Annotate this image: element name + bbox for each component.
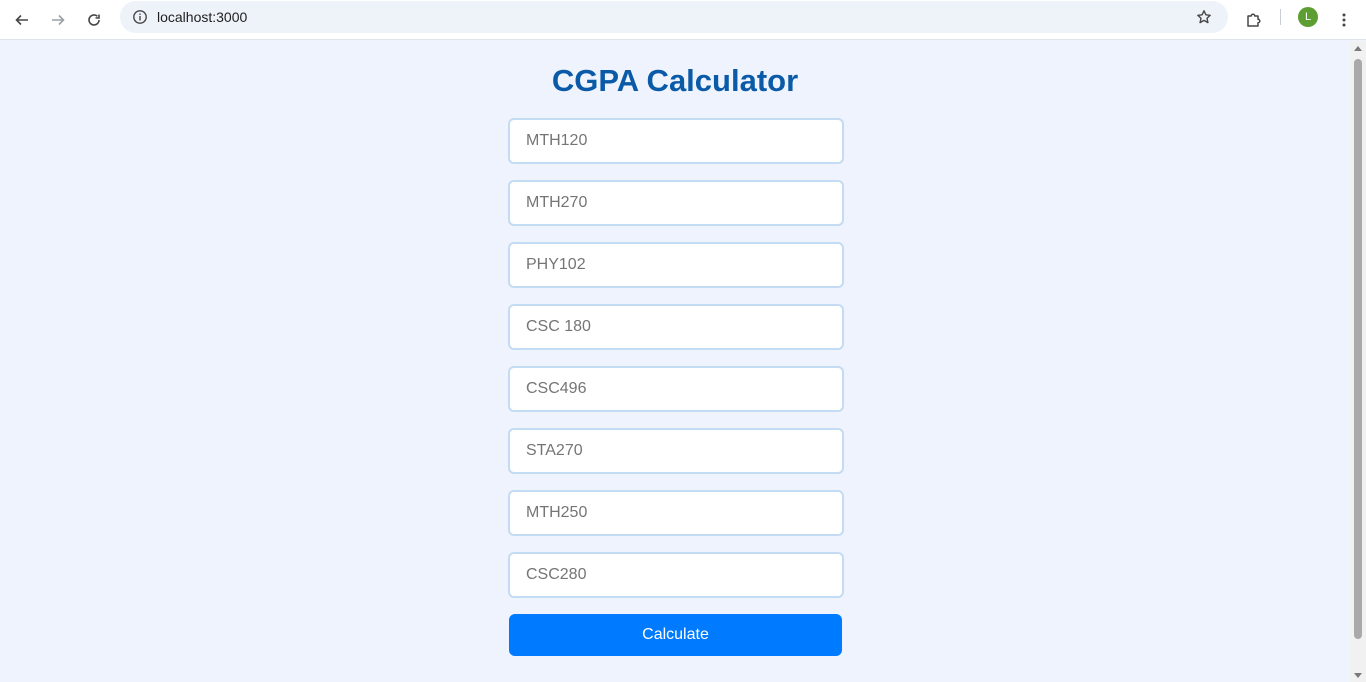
more-vert-icon xyxy=(1342,13,1346,27)
course-input-2[interactable] xyxy=(508,180,844,226)
site-info-button[interactable] xyxy=(126,3,154,31)
course-input-8[interactable] xyxy=(508,552,844,598)
course-input-7[interactable] xyxy=(508,490,844,536)
reload-icon xyxy=(88,14,100,26)
browser-toolbar: localhost:3000 L xyxy=(0,0,1366,40)
star-icon xyxy=(1197,10,1211,24)
vertical-scrollbar[interactable] xyxy=(1350,41,1366,682)
course-input-5[interactable] xyxy=(508,366,844,412)
extensions-button[interactable] xyxy=(1240,6,1268,34)
forward-button[interactable] xyxy=(44,6,72,34)
course-input-6[interactable] xyxy=(508,428,844,474)
back-button[interactable] xyxy=(8,6,36,34)
scroll-up-arrow-icon[interactable] xyxy=(1354,46,1362,51)
course-input-4[interactable] xyxy=(508,304,844,350)
calculate-button[interactable]: Calculate xyxy=(509,614,842,656)
course-input-1[interactable] xyxy=(508,118,844,164)
arrow-left-icon xyxy=(15,14,28,26)
info-icon xyxy=(133,10,147,24)
puzzle-icon xyxy=(1247,13,1261,27)
address-bar[interactable]: localhost:3000 xyxy=(120,1,1228,33)
course-input-3[interactable] xyxy=(508,242,844,288)
scrollbar-thumb[interactable] xyxy=(1354,59,1362,639)
scroll-down-arrow-icon[interactable] xyxy=(1354,673,1362,678)
page-title: CGPA Calculator xyxy=(551,63,799,98)
profile-avatar[interactable]: L xyxy=(1298,7,1318,27)
toolbar-divider xyxy=(1280,9,1281,25)
page-content: CGPA Calculator Calculate xyxy=(0,41,1350,682)
browser-menu-button[interactable] xyxy=(1330,6,1358,34)
reload-button[interactable] xyxy=(80,6,108,34)
url-text: localhost:3000 xyxy=(157,9,248,25)
arrow-right-icon xyxy=(52,14,65,26)
bookmark-button[interactable] xyxy=(1190,3,1218,31)
